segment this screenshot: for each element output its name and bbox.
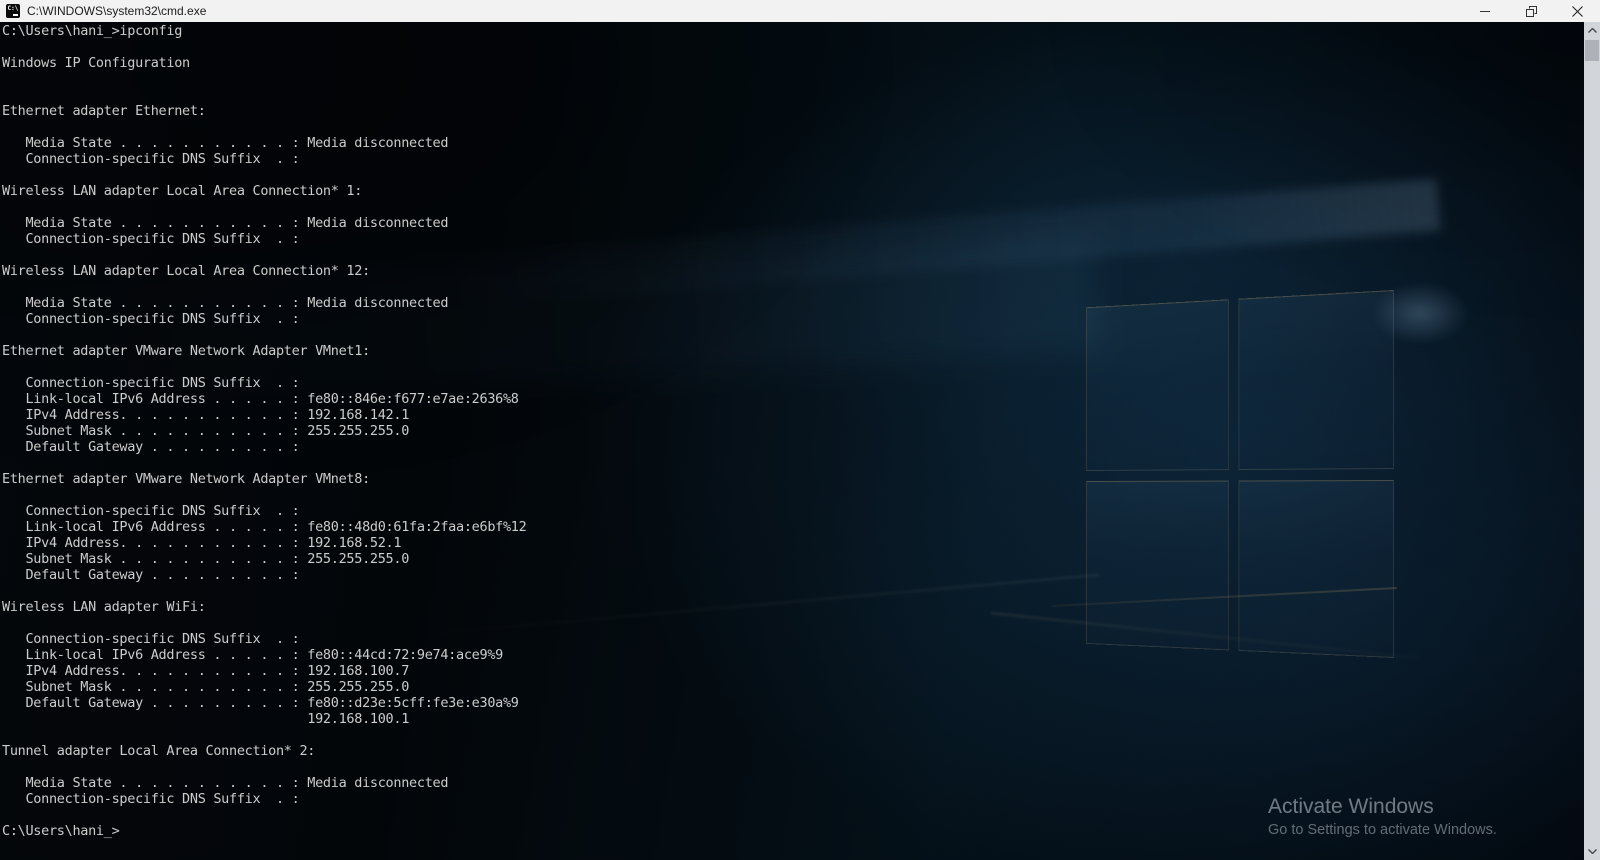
logo-corner-glow	[1350, 268, 1490, 358]
scrollbar-track[interactable]	[1584, 39, 1600, 843]
window-title: C:\WINDOWS\system32\cmd.exe	[27, 4, 207, 18]
watermark-title: Activate Windows	[1268, 795, 1434, 818]
minimize-button[interactable]	[1462, 0, 1508, 22]
cmd-app-icon[interactable]	[6, 4, 20, 18]
activate-windows-watermark: Activate Windows Go to Settings to activ…	[1268, 794, 1497, 840]
console-viewport[interactable]: C:\Users\hani_>ipconfig Windows IP Confi…	[0, 22, 1584, 860]
logo-horizon-line	[1052, 586, 1397, 608]
terminal-output[interactable]: C:\Users\hani_>ipconfig Windows IP Confi…	[0, 22, 527, 839]
windows-logo-pane	[1086, 299, 1229, 471]
minimize-icon	[1480, 11, 1490, 12]
title-bar-left: C:\WINDOWS\system32\cmd.exe	[0, 4, 1462, 18]
windows-logo-pane	[1238, 290, 1394, 470]
close-button[interactable]	[1554, 0, 1600, 22]
chevron-up-icon	[1587, 28, 1597, 33]
restore-icon	[1525, 5, 1537, 17]
windows-logo-pane	[1238, 479, 1394, 658]
window-controls	[1462, 0, 1600, 22]
vertical-scrollbar[interactable]	[1584, 22, 1600, 860]
scrollbar-thumb[interactable]	[1585, 40, 1599, 61]
windows-logo	[1086, 290, 1394, 658]
watermark-subtitle: Go to Settings to activate Windows.	[1268, 822, 1497, 838]
scroll-down-button[interactable]	[1584, 843, 1600, 860]
scroll-up-button[interactable]	[1584, 22, 1600, 39]
light-beam	[429, 178, 1441, 310]
cmd-window: C:\WINDOWS\system32\cmd.exe	[0, 0, 1600, 860]
restore-button[interactable]	[1508, 0, 1554, 22]
close-icon	[1571, 5, 1583, 17]
title-bar[interactable]: C:\WINDOWS\system32\cmd.exe	[0, 0, 1600, 22]
light-beam	[991, 611, 1419, 660]
chevron-down-icon	[1587, 849, 1597, 854]
windows-logo-pane	[1086, 480, 1229, 651]
